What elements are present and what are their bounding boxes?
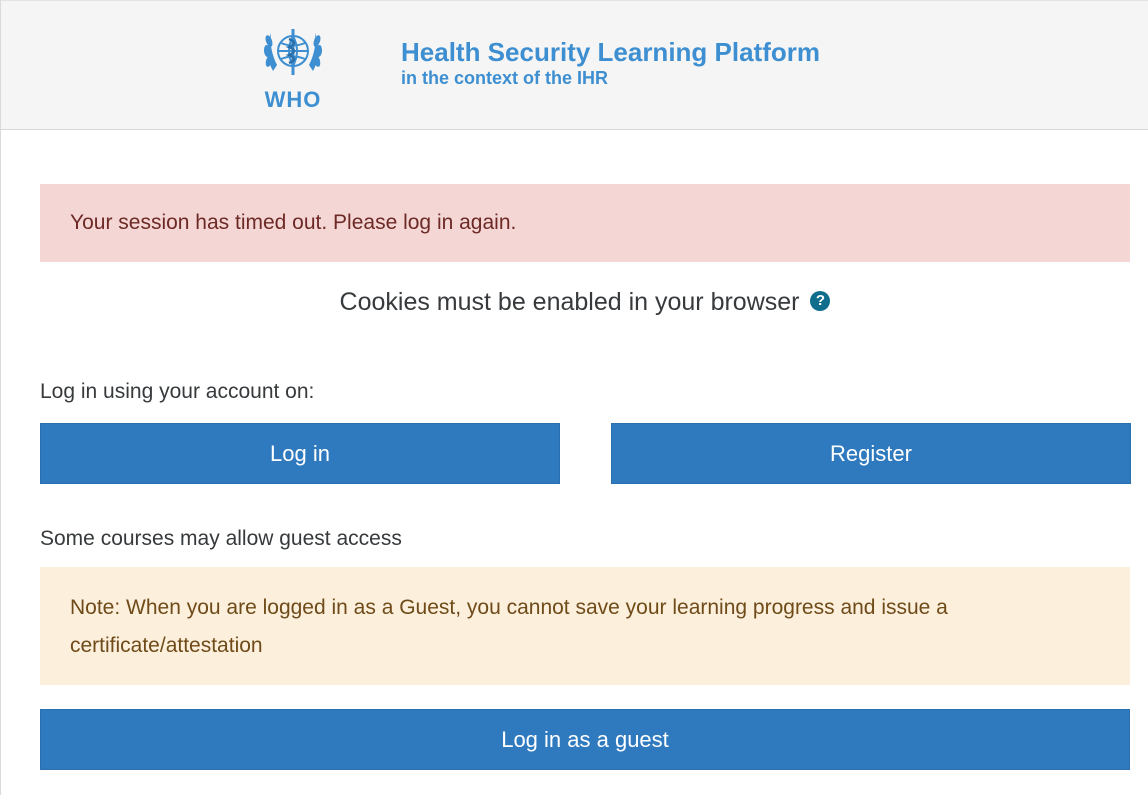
site-subtitle: in the context of the IHR — [401, 68, 608, 88]
login-page: WHO Health Security Learning Platform in… — [0, 0, 1148, 795]
question-circle-icon[interactable]: ? — [810, 291, 831, 312]
who-logo[interactable]: WHO — [251, 19, 341, 119]
who-logo-text: WHO — [264, 87, 322, 112]
login-using-label: Log in using your account on: — [40, 380, 315, 403]
register-button[interactable]: Register — [611, 423, 1131, 484]
session-timeout-alert: Your session has timed out. Please log i… — [40, 184, 1130, 262]
brand: Health Security Learning Platform in the… — [401, 37, 820, 89]
guest-note-text: Note: When you are logged in as a Guest,… — [70, 596, 948, 657]
login-button[interactable]: Log in — [40, 423, 560, 484]
who-emblem-icon — [263, 29, 323, 75]
guest-access-label: Some courses may allow guest access — [40, 527, 402, 550]
cookies-notice: Cookies must be enabled in your browser … — [40, 288, 1130, 317]
cookies-text: Cookies must be enabled in your browser — [339, 288, 800, 316]
site-header: WHO Health Security Learning Platform in… — [1, 0, 1148, 130]
site-title[interactable]: Health Security Learning Platform — [401, 37, 820, 67]
guest-login-button[interactable]: Log in as a guest — [40, 709, 1130, 770]
session-timeout-message: Your session has timed out. Please log i… — [70, 211, 517, 234]
guest-note-alert: Note: When you are logged in as a Guest,… — [40, 567, 1130, 685]
